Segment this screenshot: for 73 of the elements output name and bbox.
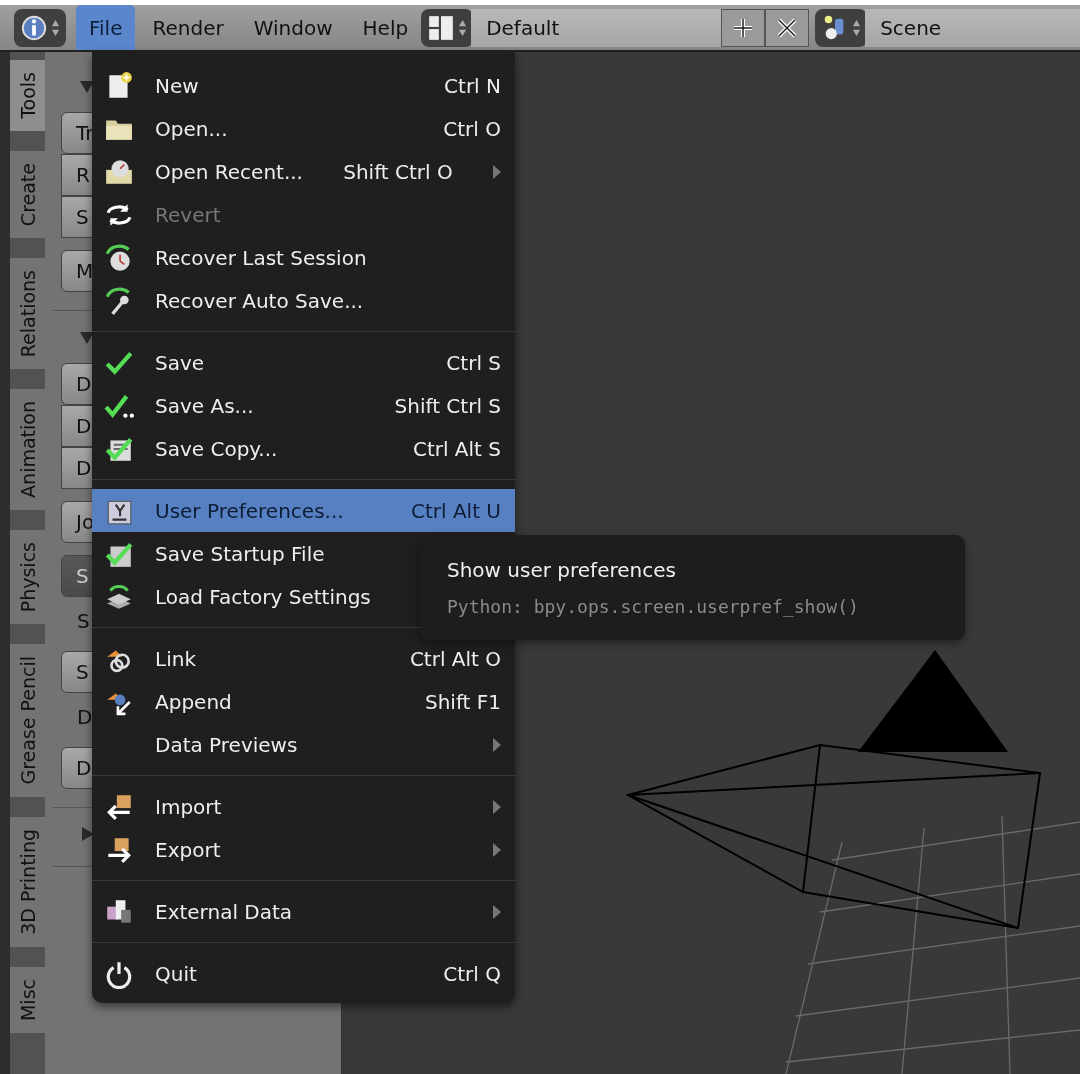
menu-item[interactable]: File [76,5,136,50]
scene-selector[interactable] [815,8,868,47]
menu-item[interactable]: User Preferences... Ctrl Alt U [92,489,515,532]
shortcut-label: Ctrl Alt O [409,646,501,671]
menu-item-label: Save Copy... [155,436,278,461]
menu-item[interactable]: External Data [92,890,515,933]
menu-item-label: Recover Last Session [155,245,367,270]
vertical-tab[interactable]: Misc [10,966,45,1033]
menu-item-label: Save Startup File [155,541,325,566]
menu-item-label: Save As... [155,393,254,418]
vertical-tab[interactable]: Physics [10,530,45,625]
menu-item[interactable]: Help [349,5,422,50]
vertical-tab[interactable]: Grease Pencil [10,644,45,797]
shortcut-label: Ctrl Alt U [410,498,501,523]
menu-item-label: Quit [155,961,197,986]
menu-item-label: Link [155,646,196,671]
menu-item-label: Recover Auto Save... [155,288,364,313]
menu-item[interactable]: Recover Last Session [92,236,515,279]
menu-item[interactable]: New Ctrl N [92,64,515,107]
menu-item[interactable]: Import [92,785,515,828]
menu-item[interactable]: Recover Auto Save... [92,279,515,322]
vertical-tab[interactable]: Relations [10,257,45,370]
menu-item-label: Open Recent... [155,159,303,184]
shortcut-label: Ctrl N [444,73,501,98]
menu-item-label: Revert [155,202,221,227]
layout-selector[interactable] [421,8,474,47]
menu-item[interactable]: Save Copy... Ctrl Alt S [92,427,515,470]
menu-item-label: Export [155,837,221,862]
editor-type-selector[interactable] [14,8,66,47]
menu-item-label: Open... [155,116,228,141]
menu-item[interactable]: Window [240,5,346,50]
menu-item[interactable]: Render [139,5,237,50]
python-command: Python: bpy.ops.screen.userpref_show() [447,596,860,617]
layout-name-field[interactable]: Default [471,8,722,47]
shortcut-label: Shift F1 [424,689,501,714]
menu-item-label: Data Previews [155,732,298,757]
menu-item-label: Import [155,794,222,819]
vertical-tab[interactable]: Tools [10,60,45,131]
shortcut-label: Ctrl Q [443,961,501,986]
menu-item-label: User Preferences... [155,498,344,523]
expand-triangle-icon[interactable] [79,826,95,842]
menu-item[interactable]: Quit Ctrl Q [92,952,515,995]
vertical-tab[interactable]: Create [10,150,45,238]
menu-item[interactable]: Save As... Shift Ctrl S [92,384,515,427]
menu-item[interactable]: Save Ctrl S [92,341,515,384]
menu-item[interactable]: Open... Ctrl O [92,107,515,150]
shortcut-label: Ctrl Alt S [412,436,501,461]
vertical-tab[interactable]: Animation [10,389,45,511]
info-icon [20,13,48,42]
shortcut-label: Ctrl S [446,350,501,375]
shortcut-label: Shift Ctrl S [394,393,501,418]
layout-icon [427,13,456,42]
menu-item[interactable]: Append Shift F1 [92,680,515,723]
delete-button[interactable] [765,8,810,47]
menu-item-label: Load Factory Settings [155,584,371,609]
menu-item[interactable]: Open Recent... Shift Ctrl O [92,150,515,193]
tooltip-title: Show user preferences [447,558,677,582]
section-label: D [76,705,94,731]
vertical-tab[interactable]: 3D Printing [10,816,45,947]
menu-item-label: New [155,73,199,98]
section-label: S [76,609,91,635]
shortcut-label: Ctrl O [443,116,501,141]
add-button[interactable] [721,8,766,47]
menu-item-label: External Data [155,899,293,924]
shortcut-label: Shift Ctrl O [343,159,453,184]
menu-item[interactable]: Link Ctrl Alt O [92,637,515,680]
collapse-triangle-icon[interactable] [79,329,95,345]
scene-name-field[interactable]: Scene [865,8,1080,47]
menu-item[interactable]: Data Previews [92,723,515,766]
menu-item-label: Save [155,350,205,375]
menu-item-label: Append [155,689,232,714]
menu-item[interactable]: Export [92,828,515,871]
collapse-triangle-icon[interactable] [79,78,95,94]
